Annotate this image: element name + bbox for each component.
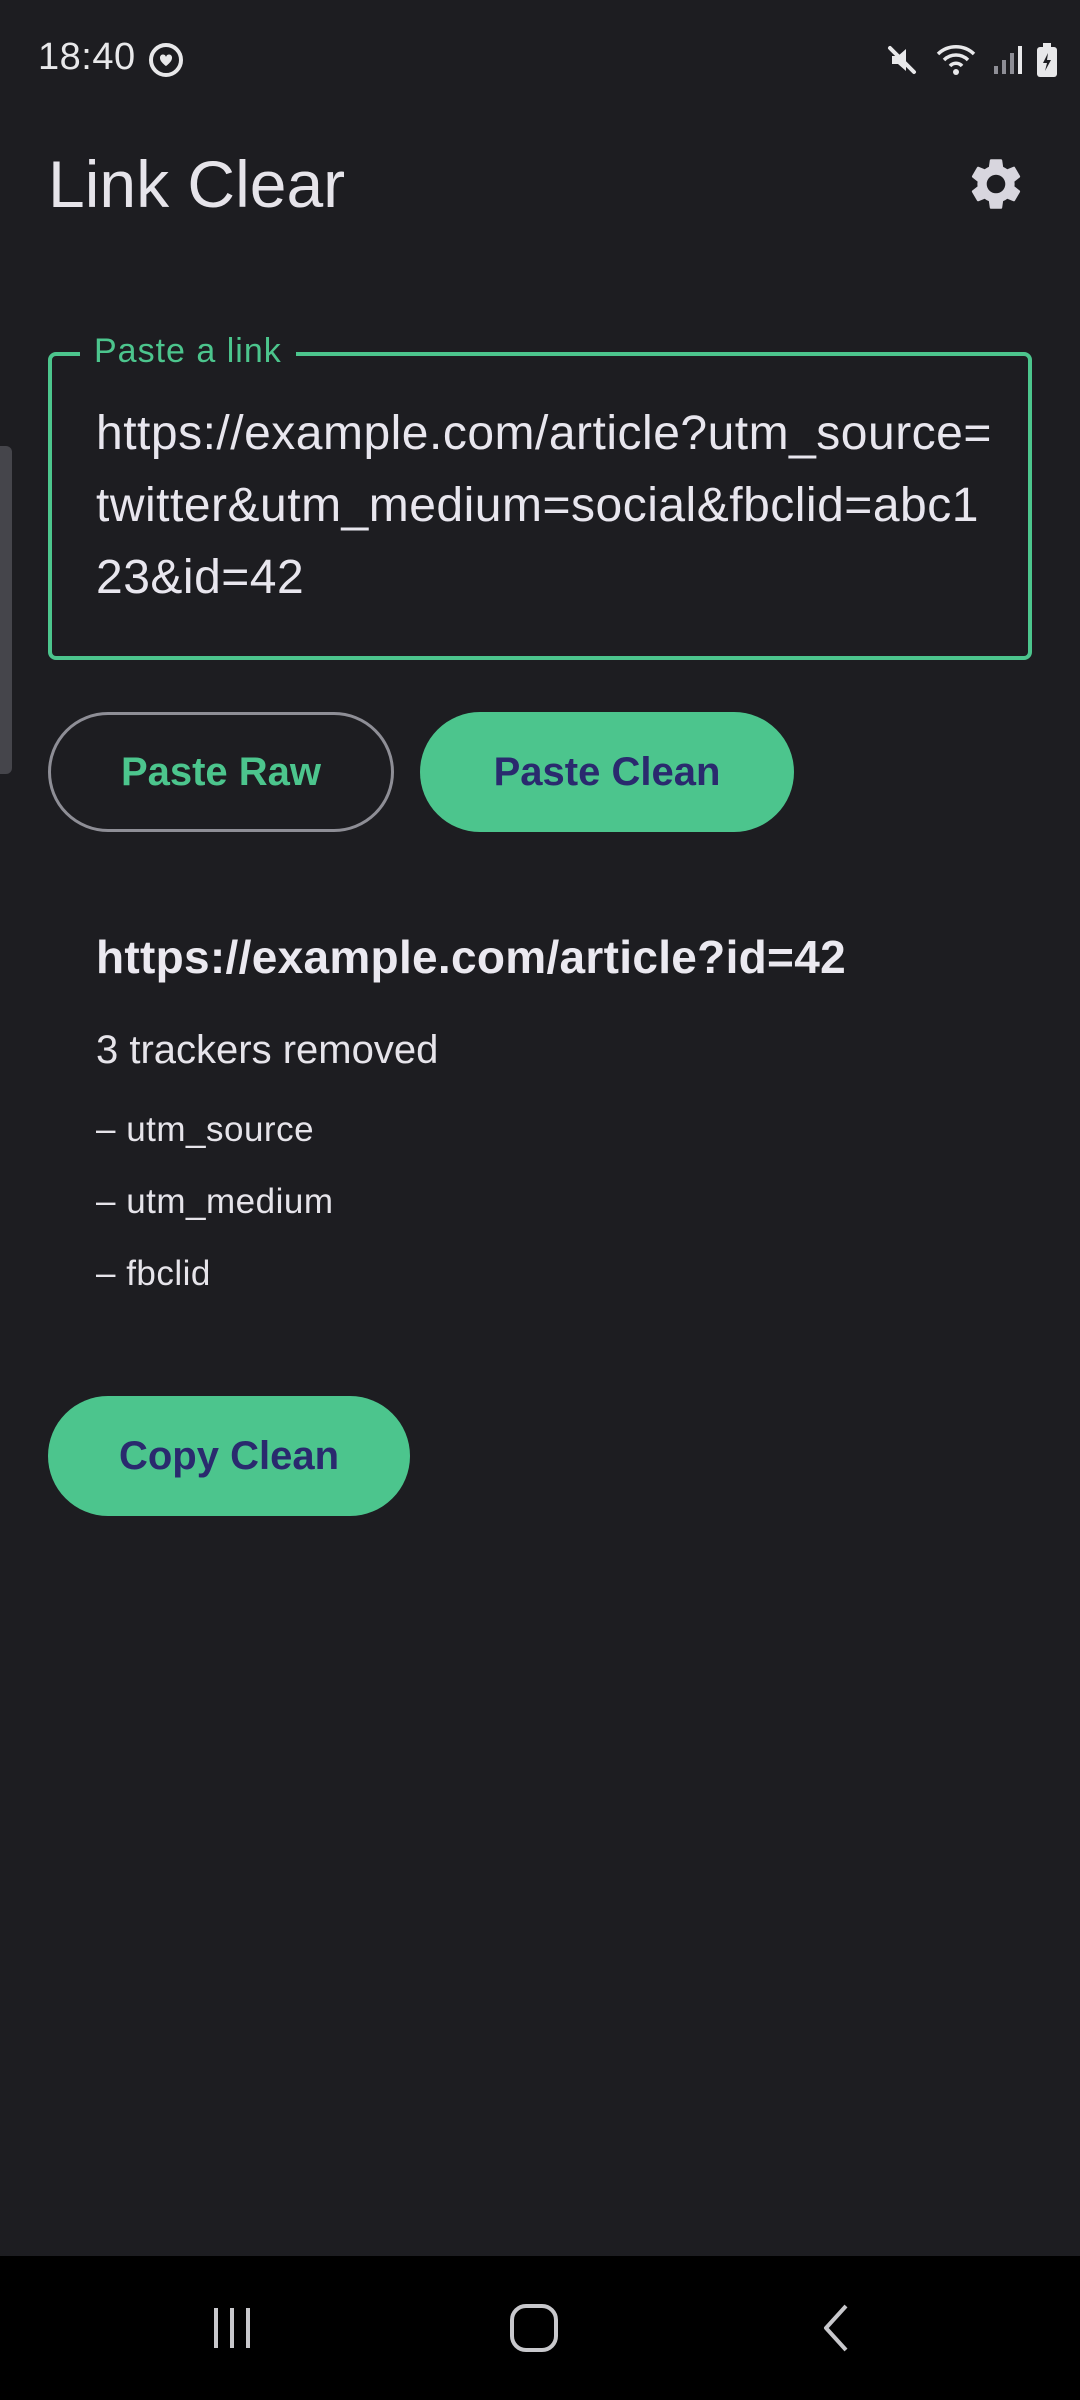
page-title: Link Clear <box>48 147 346 221</box>
link-clear-screen: 18:40 Link Clear Paste a link https://ex… <box>0 0 1080 2400</box>
link-input-value[interactable]: https://example.com/article?utm_source=t… <box>96 398 996 614</box>
battery-icon <box>1036 42 1058 78</box>
status-icons <box>884 38 1058 82</box>
status-time: 18:40 <box>38 36 136 78</box>
edge-panel-handle[interactable] <box>0 446 12 774</box>
recent-apps-button[interactable] <box>192 2290 272 2370</box>
mute-icon <box>884 42 920 78</box>
recent-apps-icon <box>206 2302 258 2359</box>
list-item: – utm_medium <box>96 1182 334 1221</box>
clean-url: https://example.com/article?id=42 <box>96 931 846 983</box>
link-input-label: Paste a link <box>80 330 296 372</box>
status-bar: 18:40 <box>0 0 1080 120</box>
wifi-icon <box>934 42 978 78</box>
back-icon <box>812 2302 864 2359</box>
signal-icon <box>992 44 1022 76</box>
home-button[interactable] <box>494 2290 574 2370</box>
home-icon <box>508 2302 560 2359</box>
copy-clean-button[interactable]: Copy Clean <box>48 1396 410 1516</box>
gear-icon <box>965 153 1027 220</box>
paste-raw-button[interactable]: Paste Raw <box>48 712 394 832</box>
trackers-removed-summary: 3 trackers removed <box>96 1028 439 1072</box>
back-button[interactable] <box>798 2290 878 2370</box>
sync-heart-icon <box>146 40 186 80</box>
list-item: – fbclid <box>96 1254 211 1293</box>
list-item: – utm_source <box>96 1110 315 1149</box>
paste-clean-button[interactable]: Paste Clean <box>420 712 794 832</box>
removed-trackers-list: – utm_source – utm_medium – fbclid <box>96 1106 333 1322</box>
settings-button[interactable] <box>960 150 1032 222</box>
